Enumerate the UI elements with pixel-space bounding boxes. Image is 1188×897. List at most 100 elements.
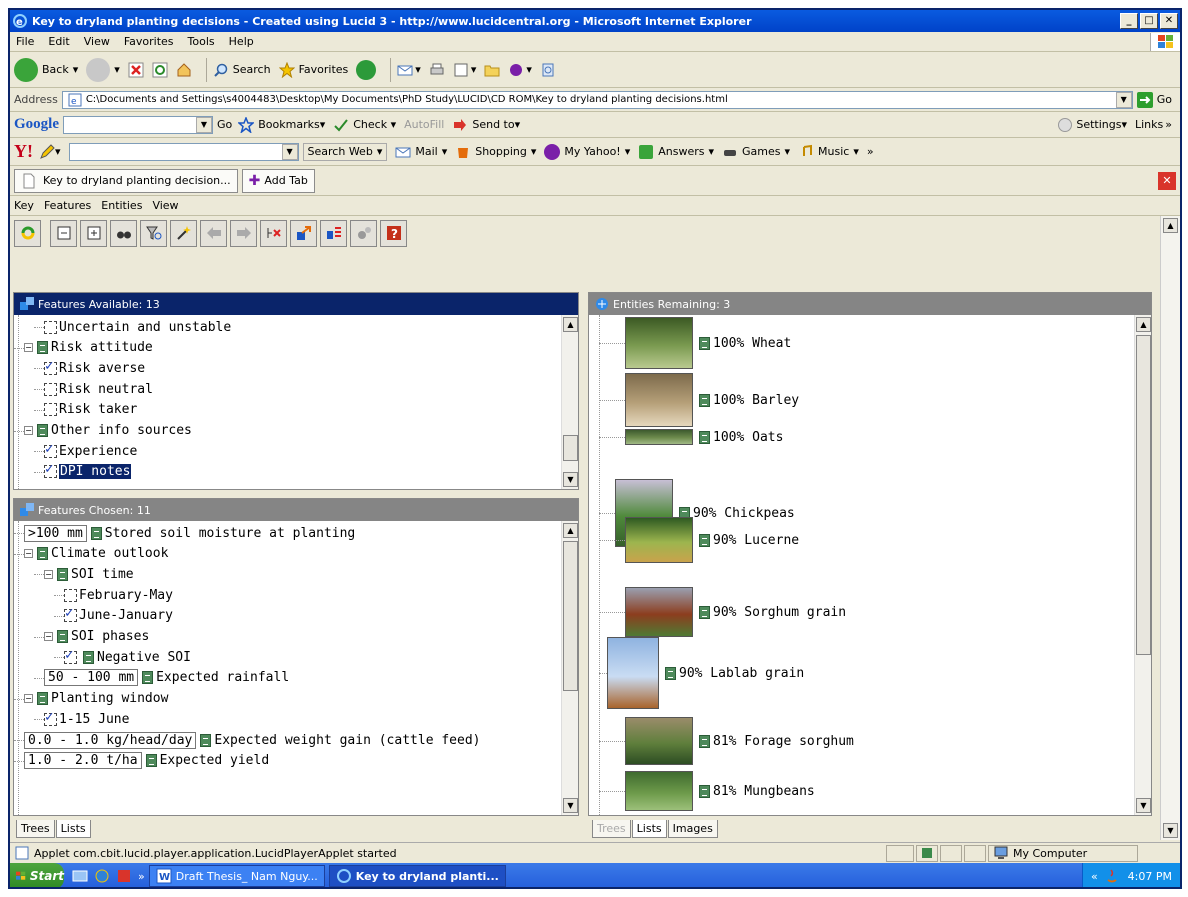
- checkbox-checked[interactable]: [44, 461, 57, 479]
- favorites-button[interactable]: Favorites: [278, 61, 348, 78]
- feature-state[interactable]: Uncertain and unstable: [34, 317, 231, 337]
- java-icon[interactable]: [1104, 868, 1120, 884]
- differences-button[interactable]: [320, 219, 347, 247]
- tray-expand-button[interactable]: «: [1091, 870, 1098, 883]
- entity-item[interactable]: 90% Lablab grain: [599, 637, 804, 709]
- feature-state[interactable]: DPI notes: [34, 461, 132, 482]
- tab-images[interactable]: Images: [667, 820, 718, 838]
- checkbox[interactable]: [64, 588, 77, 602]
- help-button[interactable]: ?: [380, 219, 407, 247]
- entity-item[interactable]: 90% Sorghum grain: [599, 587, 846, 637]
- scroll-up-arrow[interactable]: ▲: [1136, 317, 1151, 332]
- note-icon[interactable]: [57, 630, 68, 643]
- feature-state[interactable]: 1-15 June: [34, 709, 129, 729]
- quicklaunch-app-icon[interactable]: [116, 868, 132, 884]
- scroll-thumb[interactable]: [563, 541, 578, 691]
- note-icon[interactable]: [90, 526, 102, 540]
- collapse-tree-button[interactable]: [50, 219, 77, 247]
- close-button[interactable]: ✕: [1160, 13, 1178, 29]
- checkbox-checked[interactable]: [64, 605, 77, 623]
- google-bookmarks-button[interactable]: Bookmarks▾: [238, 116, 325, 133]
- numeric-feature[interactable]: >100 mm Stored soil moisture at planting: [14, 523, 355, 543]
- feature-state[interactable]: Experience: [34, 441, 137, 461]
- note-icon[interactable]: [665, 666, 676, 680]
- google-search-input[interactable]: ▼: [63, 115, 213, 134]
- feature-group[interactable]: − SOI time: [34, 564, 134, 584]
- scroll-thumb[interactable]: [1136, 335, 1151, 655]
- scroll-up-arrow[interactable]: ▲: [563, 317, 578, 332]
- numeric-value-box[interactable]: 1.0 - 2.0 t/ha: [24, 752, 142, 770]
- tab-current-page[interactable]: Key to dryland planting decision...: [14, 168, 238, 193]
- checkbox[interactable]: [44, 382, 57, 396]
- menu-entities[interactable]: Entities: [101, 199, 142, 212]
- entity-item[interactable]: 100% Barley: [599, 373, 799, 427]
- folder-button[interactable]: [484, 62, 500, 78]
- entity-item[interactable]: 100% Wheat: [599, 317, 791, 369]
- feature-group[interactable]: − SOI phases: [34, 627, 149, 647]
- move-entities-button[interactable]: [290, 219, 317, 247]
- tab-lists[interactable]: Lists: [55, 820, 91, 838]
- google-dropdown-arrow[interactable]: ▼: [196, 116, 212, 133]
- feature-state[interactable]: February-May: [54, 585, 173, 605]
- task-word-document[interactable]: W Draft Thesis_ Nam Nguy...: [148, 865, 325, 887]
- print-button[interactable]: [429, 62, 445, 78]
- yahoo-more-button[interactable]: »: [867, 145, 874, 158]
- google-sendto-button[interactable]: Send to▾: [452, 117, 520, 133]
- scroll-down-arrow[interactable]: ▼: [563, 472, 578, 487]
- feature-state[interactable]: Negative SOI: [54, 647, 191, 667]
- scroll-down-arrow[interactable]: ▼: [1163, 823, 1178, 838]
- note-icon[interactable]: [145, 754, 157, 768]
- prune-back-button[interactable]: [200, 219, 227, 247]
- feature-state[interactable]: Risk averse: [34, 358, 145, 378]
- menu-file[interactable]: File: [10, 35, 42, 48]
- feature-group[interactable]: − Other info sources: [14, 421, 192, 441]
- maximize-button[interactable]: □: [1140, 13, 1158, 29]
- history-button[interactable]: [356, 59, 377, 80]
- menu-help[interactable]: Help: [223, 35, 262, 48]
- note-icon[interactable]: [699, 430, 710, 444]
- menu-features[interactable]: Features: [44, 199, 91, 212]
- numeric-feature[interactable]: 1.0 - 2.0 t/ha Expected yield: [14, 751, 269, 771]
- note-icon[interactable]: [699, 336, 710, 350]
- tab-trees[interactable]: Trees: [16, 820, 55, 838]
- note-icon[interactable]: [37, 424, 48, 437]
- numeric-feature[interactable]: 0.0 - 1.0 kg/head/day Expected weight gai…: [14, 730, 480, 750]
- feature-group[interactable]: − Planting window: [14, 689, 168, 709]
- google-autofill-button[interactable]: AutoFill: [404, 118, 444, 131]
- edit-button[interactable]: ▾: [453, 62, 476, 78]
- crop-thumbnail-image[interactable]: [625, 517, 693, 563]
- collapse-icon[interactable]: −: [24, 549, 33, 559]
- google-settings-button[interactable]: Settings▾: [1058, 117, 1127, 132]
- crop-thumbnail-image[interactable]: [625, 317, 693, 369]
- best-button[interactable]: [170, 219, 197, 247]
- yahoo-answers-button[interactable]: Answers ▾: [638, 144, 714, 160]
- yahoo-myyahoo-button[interactable]: My Yahoo! ▾: [544, 143, 630, 160]
- crop-thumbnail-image[interactable]: [625, 717, 693, 765]
- crop-thumbnail-image[interactable]: [625, 771, 693, 811]
- feature-state[interactable]: June-January: [54, 605, 173, 626]
- entity-item[interactable]: 81% Mungbeans: [599, 771, 815, 811]
- entities-scrollbar[interactable]: ▲ ▼: [1134, 315, 1151, 815]
- checkbox-checked[interactable]: [44, 358, 57, 375]
- features-available-scrollbar[interactable]: ▲ ▼: [561, 315, 578, 489]
- restart-key-button[interactable]: [14, 219, 41, 247]
- back-button[interactable]: Back ▾: [14, 57, 78, 82]
- note-icon[interactable]: [57, 567, 68, 581]
- scroll-thumb[interactable]: [563, 435, 578, 461]
- task-ie-window[interactable]: Key to dryland planti...: [328, 865, 506, 887]
- tab-lists[interactable]: Lists: [631, 820, 667, 838]
- menu-favorites[interactable]: Favorites: [118, 35, 182, 48]
- crop-thumbnail-image[interactable]: [607, 637, 659, 709]
- google-go-button[interactable]: Go: [217, 118, 232, 131]
- menu-edit[interactable]: Edit: [42, 35, 77, 48]
- checkbox-checked[interactable]: [44, 709, 57, 726]
- refresh-button[interactable]: [152, 62, 168, 78]
- menu-tools[interactable]: Tools: [182, 35, 223, 48]
- stop-button[interactable]: [128, 62, 144, 78]
- minimize-button[interactable]: _: [1120, 13, 1138, 29]
- entity-item[interactable]: 81% Forage sorghum: [599, 717, 854, 765]
- yahoo-games-button[interactable]: Games ▾: [722, 144, 790, 160]
- start-button[interactable]: Start: [10, 863, 64, 887]
- collapse-icon[interactable]: −: [24, 343, 33, 353]
- yahoo-shopping-button[interactable]: Shopping ▾: [455, 144, 536, 160]
